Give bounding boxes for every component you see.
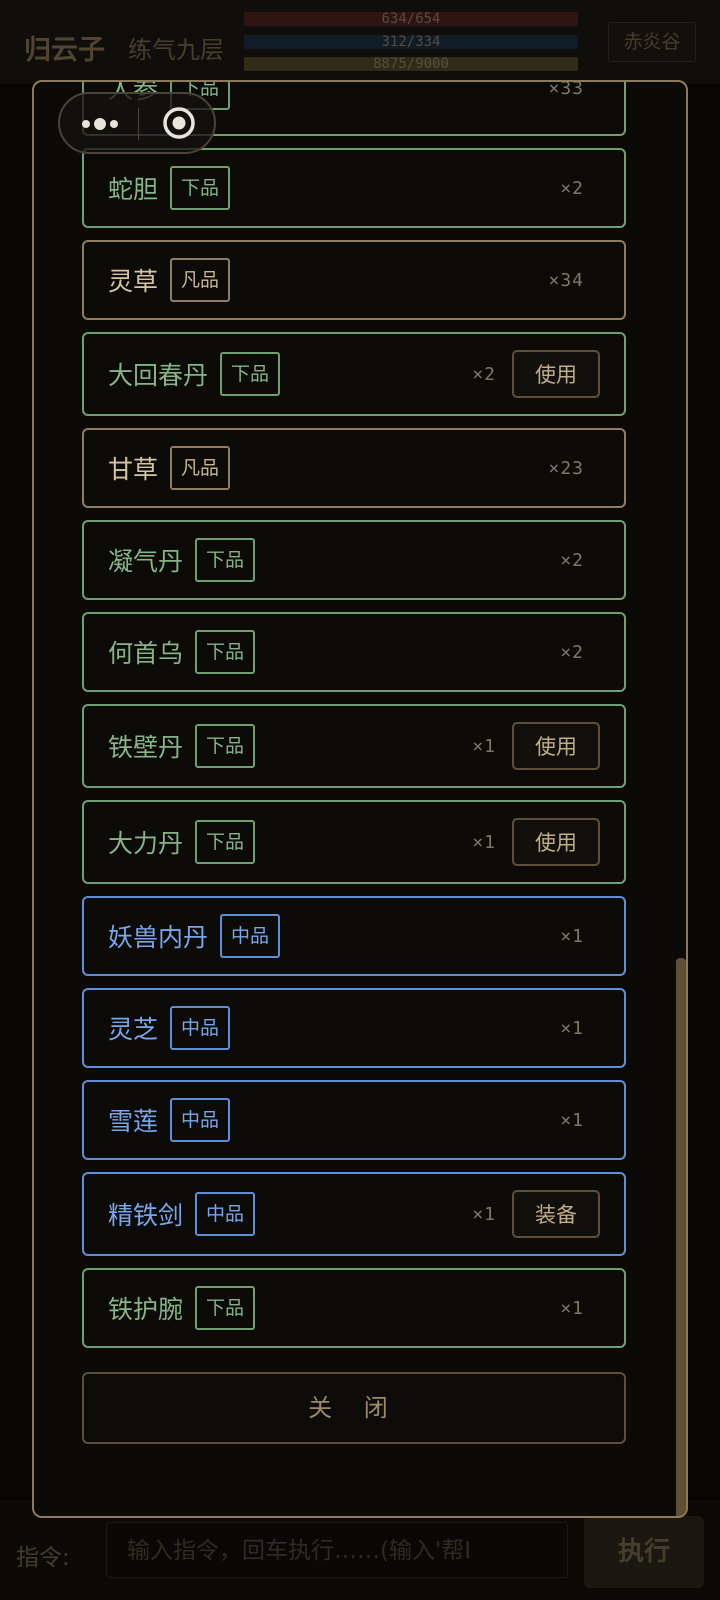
item-grade-badge: 下品 (195, 538, 256, 582)
inventory-item[interactable]: 甘草 凡品 ×23 (82, 428, 626, 508)
item-quantity: ×23 (548, 457, 584, 479)
item-quantity: ×2 (560, 549, 584, 571)
item-grade-badge: 下品 (170, 166, 231, 210)
item-name-text: 雪莲 (108, 1107, 159, 1136)
item-quantity: ×1 (560, 1297, 584, 1319)
item-name-text: 铁护腕 (108, 1295, 184, 1324)
inventory-item[interactable]: 蛇胆 下品 ×2 (82, 148, 626, 228)
scrollbar[interactable] (676, 958, 686, 1516)
item-name-text: 凝气丹 (108, 547, 184, 576)
item-quantity: ×1 (472, 735, 496, 757)
item-quantity: ×33 (548, 80, 584, 99)
item-name-text: 铁壁丹 (108, 733, 184, 762)
item-name: 凝气丹 下品 (108, 522, 256, 598)
item-grade-badge: 下品 (195, 630, 256, 674)
inventory-item[interactable]: 大回春丹 下品 ×2 使用 (82, 332, 626, 416)
inventory-list[interactable]: 人参下品×33蛇胆下品×2灵草凡品×34大回春丹下品×2使用甘草凡品×23凝气丹… (34, 82, 686, 1516)
item-name-text: 精铁剑 (108, 1201, 184, 1230)
use-button[interactable]: 使用 (512, 818, 600, 866)
item-name-text: 蛇胆 (108, 175, 159, 204)
item-name: 灵芝 中品 (108, 990, 231, 1066)
item-grade-badge: 下品 (195, 820, 256, 864)
item-grade-badge: 中品 (170, 1006, 231, 1050)
item-quantity: ×2 (560, 641, 584, 663)
item-grade-badge: 中品 (220, 914, 281, 958)
inventory-item[interactable]: 精铁剑 中品 ×1 装备 (82, 1172, 626, 1256)
item-name-text: 何首乌 (108, 639, 184, 668)
item-name-text: 灵芝 (108, 1015, 159, 1044)
inventory-modal: 人参下品×33蛇胆下品×2灵草凡品×34大回春丹下品×2使用甘草凡品×23凝气丹… (32, 80, 688, 1518)
inventory-item[interactable]: 铁护腕 下品 ×1 (82, 1268, 626, 1348)
item-quantity: ×1 (472, 1203, 496, 1225)
inventory-item[interactable]: 雪莲 中品 ×1 (82, 1080, 626, 1160)
equip-button[interactable]: 装备 (512, 1190, 600, 1238)
use-button[interactable]: 使用 (512, 350, 600, 398)
inventory-item[interactable]: 铁壁丹 下品 ×1 使用 (82, 704, 626, 788)
item-quantity: ×1 (560, 925, 584, 947)
item-name: 大回春丹 下品 (108, 334, 281, 414)
inventory-item[interactable]: 大力丹 下品 ×1 使用 (82, 800, 626, 884)
item-quantity: ×34 (548, 269, 584, 291)
item-name: 甘草 凡品 (108, 430, 231, 506)
item-quantity: ×2 (560, 177, 584, 199)
item-grade-badge: 下品 (195, 724, 256, 768)
item-name: 铁壁丹 下品 (108, 706, 256, 786)
item-name-text: 甘草 (108, 455, 159, 484)
more-icon[interactable] (80, 110, 120, 138)
item-name-text: 妖兽内丹 (108, 923, 209, 952)
item-name-text: 灵草 (108, 267, 159, 296)
item-grade-badge: 中品 (170, 1098, 231, 1142)
item-name: 铁护腕 下品 (108, 1270, 256, 1346)
inventory-item[interactable]: 灵草 凡品 ×34 (82, 240, 626, 320)
item-quantity: ×1 (560, 1017, 584, 1039)
use-button[interactable]: 使用 (512, 722, 600, 770)
item-name: 雪莲 中品 (108, 1082, 231, 1158)
item-quantity: ×1 (472, 831, 496, 853)
item-name-text: 大回春丹 (108, 361, 209, 390)
item-name: 灵草 凡品 (108, 242, 231, 318)
capsule-divider (138, 108, 139, 140)
item-grade-badge: 下品 (195, 1286, 256, 1330)
item-quantity: ×2 (472, 363, 496, 385)
item-grade-badge: 下品 (220, 352, 281, 396)
item-name-text: 大力丹 (108, 829, 184, 858)
item-name: 大力丹 下品 (108, 802, 256, 882)
inventory-item[interactable]: 妖兽内丹 中品 ×1 (82, 896, 626, 976)
close-button[interactable]: 关 闭 (82, 1372, 626, 1444)
inventory-item[interactable]: 何首乌 下品 ×2 (82, 612, 626, 692)
mini-program-capsule (58, 92, 216, 154)
item-name: 蛇胆 下品 (108, 150, 231, 226)
close-miniprogram-icon[interactable] (162, 106, 196, 140)
item-name: 妖兽内丹 中品 (108, 898, 281, 974)
item-quantity: ×1 (560, 1109, 584, 1131)
inventory-item[interactable]: 灵芝 中品 ×1 (82, 988, 626, 1068)
item-grade-badge: 凡品 (170, 446, 231, 490)
item-grade-badge: 中品 (195, 1192, 256, 1236)
item-grade-badge: 凡品 (170, 258, 231, 302)
item-name: 何首乌 下品 (108, 614, 256, 690)
inventory-item[interactable]: 凝气丹 下品 ×2 (82, 520, 626, 600)
item-name: 精铁剑 中品 (108, 1174, 256, 1254)
